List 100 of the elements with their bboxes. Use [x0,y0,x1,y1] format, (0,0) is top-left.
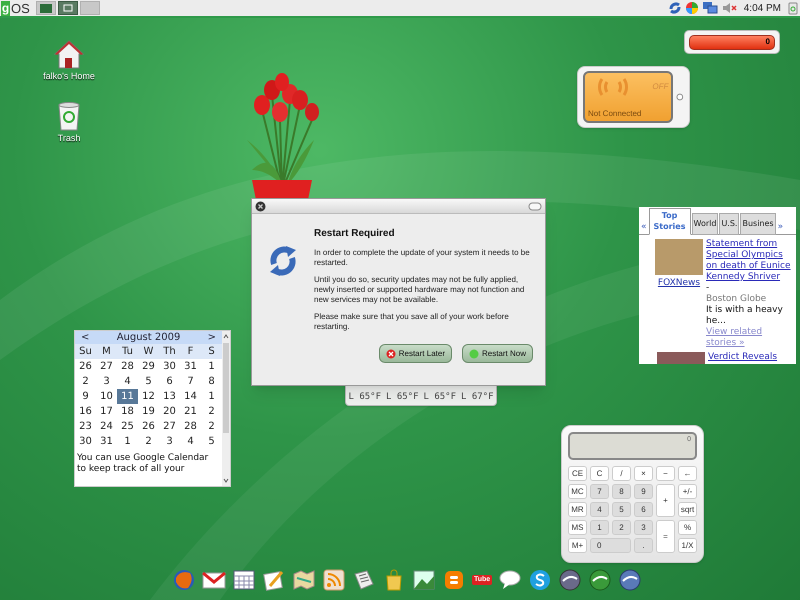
taskbar-button[interactable] [36,1,56,15]
calculator-key[interactable]: 4 [590,502,609,517]
trash-icon[interactable] [788,1,798,15]
calendar-day[interactable]: 3 [96,374,117,389]
calendar-day[interactable]: 26 [138,419,159,434]
news-tab[interactable]: U.S. [719,213,740,235]
icon-label[interactable]: Trash [58,132,80,146]
calendar-day[interactable]: 4 [180,434,201,449]
calendar-day[interactable]: 30 [159,359,180,374]
calculator-key[interactable]: 1/X [678,538,697,553]
calendar-day[interactable]: 27 [159,419,180,434]
calendar-icon[interactable] [232,568,256,592]
calendar-day[interactable]: 21 [180,404,201,419]
calendar-day[interactable]: 26 [75,359,96,374]
taskbar-button[interactable] [58,1,78,15]
rss-feed-icon[interactable] [322,568,346,592]
calendar-day[interactable]: 3 [159,434,180,449]
calendar-day[interactable]: 10 [96,389,117,404]
colored-circle-icon[interactable] [684,1,699,15]
calendar-day[interactable]: 17 [96,404,117,419]
calendar-day[interactable]: 19 [138,404,159,419]
swirl-circle-icon[interactable] [618,568,642,592]
calendar-day[interactable]: 24 [96,419,117,434]
news-source-link[interactable]: FOXNews [658,277,700,290]
calendar-day[interactable]: 31 [96,434,117,449]
close-icon[interactable] [255,200,266,212]
calendar-day[interactable]: 18 [117,404,138,419]
calendar-day[interactable]: 29 [138,359,159,374]
calculator-key[interactable]: 1 [590,520,609,535]
headline-link[interactable]: Verdict Reveals [708,351,778,364]
calendar-day[interactable]: 30 [75,434,96,449]
calendar-day[interactable]: 2 [201,404,222,419]
toggle-knob-icon[interactable] [676,93,684,101]
calculator-key[interactable]: 8 [612,484,631,499]
calculator-key[interactable]: M+ [568,538,587,553]
calendar-day[interactable]: 2 [75,374,96,389]
network-icon[interactable] [702,1,718,15]
calculator-key[interactable]: C [590,466,609,481]
previous-month-button[interactable]: < [81,330,90,345]
calendar-day[interactable]: 1 [201,389,222,404]
calculator-key[interactable]: % [678,520,697,535]
calendar-day[interactable]: 7 [180,374,201,389]
previous-tabs-button[interactable]: « [640,220,648,234]
calendar-day[interactable]: 1 [117,434,138,449]
calendar-day[interactable]: 1 [201,359,222,374]
calculator-key[interactable]: CE [568,466,587,481]
calendar-day[interactable]: 9 [75,389,96,404]
s-logo-icon[interactable] [528,568,552,592]
calculator-key[interactable]: MS [568,520,587,535]
blog-icon[interactable] [442,568,466,592]
calendar-day[interactable]: 28 [117,359,138,374]
calculator-key[interactable]: 7 [590,484,609,499]
calculator-key[interactable]: 6 [634,502,653,517]
dialog-button[interactable]: Restart Now [462,344,533,363]
calendar-day[interactable]: 23 [75,419,96,434]
calendar-day[interactable]: 11 [117,389,138,404]
scrollbar[interactable] [222,331,230,486]
calculator-key[interactable]: + [656,484,675,517]
calculator-key[interactable]: 5 [612,502,631,517]
calendar-day[interactable]: 8 [201,374,222,389]
dialog-button[interactable]: Restart Later [378,344,452,363]
calculator-key[interactable]: MC [568,484,587,499]
calculator-key[interactable]: ← [678,466,697,481]
calendar-day[interactable]: 16 [75,404,96,419]
calendar-day[interactable]: 27 [96,359,117,374]
speech-bubble-icon[interactable] [498,568,522,592]
refresh-icon[interactable] [668,1,682,15]
calculator-key[interactable]: / [612,466,631,481]
calculator-key[interactable]: 2 [612,520,631,535]
calculator-key[interactable]: = [656,520,675,553]
calendar-day[interactable]: 20 [159,404,180,419]
calculator-key[interactable]: 0 [590,538,631,553]
calculator-key[interactable]: . [634,538,653,553]
next-month-button[interactable]: > [208,330,216,345]
calendar-day[interactable]: 12 [138,389,159,404]
maximize-icon[interactable] [528,202,542,210]
picture-icon[interactable] [412,568,436,592]
calendar-day[interactable]: 13 [159,389,180,404]
calendar-day[interactable]: 28 [180,419,201,434]
calendar-day[interactable]: 25 [117,419,138,434]
house-icon[interactable] [53,38,85,70]
calendar-day[interactable]: 2 [201,419,222,434]
calculator-key[interactable]: sqrt [678,502,697,517]
map-icon[interactable] [292,568,316,592]
calendar-day[interactable]: 2 [138,434,159,449]
calculator-key[interactable]: − [656,466,675,481]
headline-link[interactable]: Statement from Special Olympics on death of Eunice Kennedy Shriver [706,239,794,283]
swirl-circle-icon[interactable] [588,568,612,592]
news-tab[interactable]: Top Stories [648,208,691,235]
newspaper-icon[interactable] [352,568,376,592]
calculator-key[interactable]: MR [568,502,587,517]
calculator-key[interactable]: +/- [678,484,697,499]
calendar-day[interactable]: 14 [180,389,201,404]
calendar-day[interactable]: 5 [138,374,159,389]
calendar-day[interactable]: 4 [117,374,138,389]
calendar-day[interactable]: 5 [201,434,222,449]
calculator-key[interactable]: 3 [634,520,653,535]
icon-label[interactable]: falko's Home [43,70,95,84]
calendar-day[interactable]: 31 [180,359,201,374]
swirl-circle-icon[interactable] [558,568,582,592]
